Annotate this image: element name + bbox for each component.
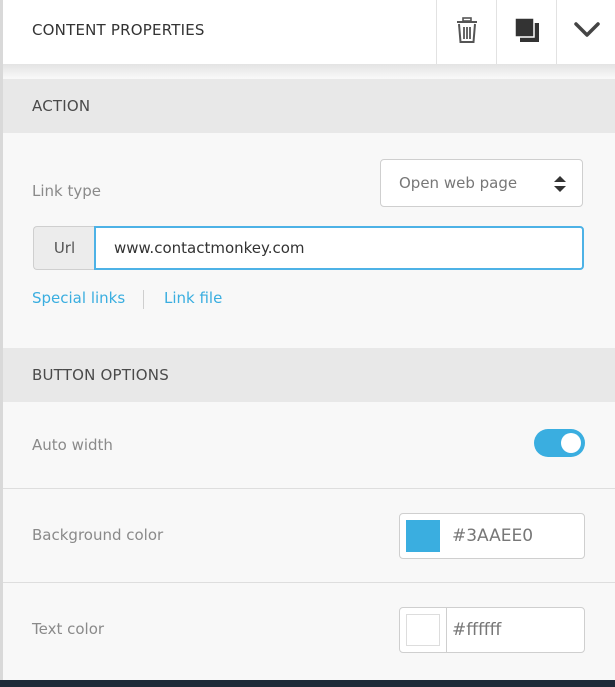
auto-width-toggle[interactable] [534, 429, 585, 457]
background-color-value: #3AAEE0 [452, 526, 534, 546]
duplicate-icon [513, 17, 540, 47]
button-options-section-title: BUTTON OPTIONS [32, 366, 169, 384]
url-addon-label: Url [33, 226, 95, 270]
action-section-title: ACTION [32, 97, 91, 115]
header-shadow [3, 64, 615, 78]
collapse-button[interactable] [556, 0, 615, 64]
bottom-edge-bar [0, 680, 615, 687]
link-file-link[interactable]: Link file [164, 289, 222, 307]
text-color-value: #ffffff [452, 620, 502, 640]
trash-icon [455, 17, 479, 47]
swatch-divider [446, 608, 447, 652]
special-links-link[interactable]: Special links [32, 289, 125, 307]
action-section-header: ACTION [3, 79, 615, 133]
background-color-picker[interactable]: #3AAEE0 [399, 513, 585, 559]
toggle-knob [561, 433, 581, 453]
link-separator [143, 290, 144, 309]
duplicate-button[interactable] [496, 0, 556, 64]
panel-header: CONTENT PROPERTIES [3, 0, 615, 65]
select-arrows-icon [554, 176, 566, 192]
panel-title: CONTENT PROPERTIES [32, 21, 205, 39]
url-input[interactable] [94, 226, 584, 270]
text-color-label: Text color [32, 620, 105, 638]
link-type-label: Link type [32, 182, 101, 200]
row-divider [3, 582, 615, 583]
row-divider [3, 488, 615, 489]
text-color-swatch [406, 614, 440, 646]
link-type-select[interactable]: Open web page [380, 159, 583, 207]
content-properties-panel: CONTENT PROPERTIES ACTION Link type Open… [0, 0, 615, 687]
link-type-value: Open web page [399, 174, 518, 192]
delete-button[interactable] [436, 0, 496, 64]
auto-width-label: Auto width [32, 436, 113, 454]
button-options-section-header: BUTTON OPTIONS [3, 348, 615, 402]
background-color-swatch [406, 520, 440, 552]
text-color-picker[interactable]: #ffffff [399, 607, 585, 653]
chevron-down-icon [573, 22, 600, 42]
background-color-label: Background color [32, 526, 164, 544]
